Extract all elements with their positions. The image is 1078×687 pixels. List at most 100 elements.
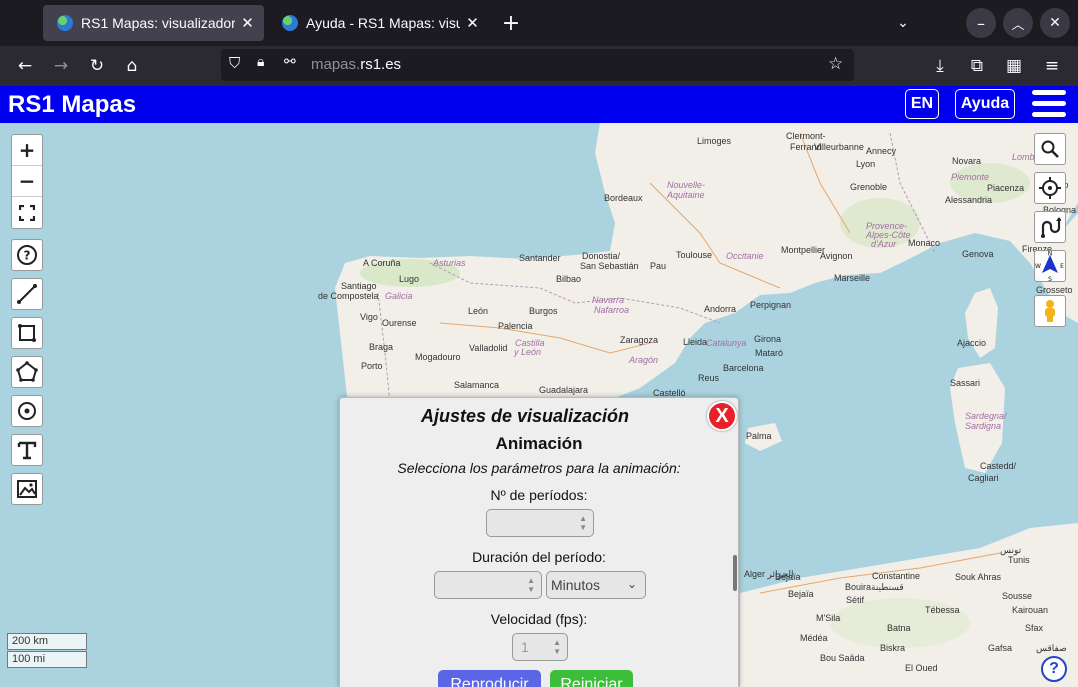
browser-tab-rs1-mapas[interactable]: RS1 Mapas: visualizador de ✕ (43, 5, 264, 41)
browser-tabstrip: RS1 Mapas: visualizador de ✕ Ayuda - RS1… (0, 0, 1078, 46)
place-label: y León (514, 347, 542, 357)
menu-icon[interactable]: ≡ (1038, 52, 1066, 80)
language-button[interactable]: EN (905, 89, 939, 119)
zoom-in-button[interactable]: + (12, 135, 42, 166)
animation-section-subtitle: Selecciona los parámetros para la animac… (397, 460, 681, 476)
place-label: Gafsa (988, 643, 1013, 653)
pegman-icon (1045, 300, 1055, 322)
place-label: Lyon (856, 159, 876, 169)
app-title[interactable]: RS1 Mapas (8, 91, 136, 119)
browser-navbar: ← → ↻ ⌂ ⛉ 🔒︎ ⚯ mapas.rs1.es ☆ ⤓ ⧉ ▦ ≡ (0, 46, 1078, 86)
lock-icon[interactable]: 🔒︎ (257, 54, 264, 70)
draw-line-button[interactable] (11, 278, 43, 310)
maximize-icon[interactable]: ︿ (1003, 8, 1033, 38)
add-text-button[interactable] (11, 434, 43, 466)
place-label: Montpellier (781, 245, 826, 255)
place-label: Castedd/ (980, 461, 1017, 471)
place-label: Avignon (820, 251, 853, 261)
qr-code-icon[interactable]: ▦ (1000, 52, 1028, 80)
place-label: Souk Ahras (955, 572, 1002, 582)
place-label: Batna (887, 623, 911, 633)
place-label: Galicia (385, 291, 413, 301)
dialog-scrollbar[interactable] (733, 555, 737, 591)
place-label: Alessandria (945, 195, 993, 205)
question-button[interactable]: ? (11, 239, 43, 271)
extensions-icon[interactable]: ⧉ (963, 52, 991, 80)
place-label: Bejaïa (788, 589, 814, 599)
compass-e: E (1060, 263, 1064, 270)
chevron-down-icon: ⌄ (626, 577, 637, 591)
place-label: Sardegna/ (965, 411, 1007, 421)
periods-input[interactable]: ▲ ▼ (486, 509, 594, 537)
compass-button[interactable]: N S W E (1034, 250, 1066, 282)
speed-value: 1 (521, 639, 529, 655)
place-label: Constantine (872, 571, 921, 581)
place-label: تونس (1000, 545, 1022, 555)
duration-unit-select[interactable]: Minutos ⌄ (546, 571, 646, 599)
place-label: Tunis (1008, 555, 1030, 565)
back-arrow-icon[interactable]: ← (11, 52, 39, 80)
scale-mi: 100 mi (7, 651, 87, 668)
place-label: Lugo (399, 274, 420, 284)
locate-button[interactable] (1034, 172, 1066, 204)
place-label: Sousse (1002, 591, 1033, 601)
place-label: El Oued (905, 663, 938, 673)
close-window-icon[interactable]: ✕ (1040, 8, 1070, 38)
place-label: Guadalajara (539, 385, 589, 395)
download-icon[interactable]: ⤓ (926, 52, 954, 80)
place-label: de Compostela (318, 291, 379, 301)
chevron-down-icon[interactable]: ⌄ (888, 8, 918, 38)
speed-input[interactable]: 1 ▲ ▼ (512, 633, 568, 661)
bookmark-star-icon[interactable]: ☆ (828, 54, 843, 74)
line-icon (17, 284, 37, 304)
place-label: M'Sila (816, 613, 841, 623)
url-bar[interactable]: ⛉ 🔒︎ ⚯ mapas.rs1.es ☆ (221, 49, 854, 81)
url-text[interactable]: mapas.rs1.es (311, 56, 401, 73)
zoom-out-button[interactable]: − (12, 166, 42, 197)
home-icon[interactable]: ⌂ (118, 52, 146, 80)
reset-button[interactable]: Reiniciar (550, 670, 633, 687)
place-label: Barcelona (723, 363, 764, 373)
place-label: Porto (361, 361, 383, 371)
place-label: Catalunya (706, 338, 747, 348)
street-view-button[interactable] (1034, 295, 1066, 327)
route-button[interactable] (1034, 211, 1066, 243)
place-label: Sassari (950, 378, 981, 388)
url-domain: rs1.es (360, 56, 402, 73)
add-image-button[interactable] (11, 473, 43, 505)
draw-circle-button[interactable] (11, 395, 43, 427)
draw-rectangle-button[interactable] (11, 317, 43, 349)
url-prefix: mapas. (311, 56, 361, 73)
app-header: RS1 Mapas EN Ayuda (0, 86, 1078, 123)
spinner-arrows-icon[interactable]: ▲ ▼ (579, 514, 587, 532)
dialog-close-button[interactable]: X (707, 401, 737, 431)
spinner-arrows-icon[interactable]: ▲ ▼ (527, 576, 535, 594)
reload-icon[interactable]: ↻ (83, 52, 111, 80)
fullscreen-button[interactable] (12, 197, 42, 228)
place-label: Aragón (629, 355, 659, 365)
place-label: Zaragoza (620, 335, 659, 345)
place-label: Grenoble (850, 182, 888, 192)
tab-title: RS1 Mapas: visualizador de (81, 15, 236, 31)
spinner-arrows-icon[interactable]: ▲ ▼ (553, 638, 561, 656)
new-tab-icon[interactable]: + (496, 8, 526, 38)
search-button[interactable] (1034, 133, 1066, 165)
draw-polygon-button[interactable] (11, 356, 43, 388)
minimize-icon[interactable]: – (966, 8, 996, 38)
shield-icon[interactable]: ⛉ (229, 54, 240, 72)
duration-input[interactable]: ▲ ▼ (434, 571, 542, 599)
hamburger-menu-icon[interactable] (1032, 90, 1066, 118)
browser-tab-ayuda[interactable]: Ayuda - RS1 Mapas: visualiz ✕ (268, 5, 489, 41)
play-button[interactable]: Reproducir (438, 670, 541, 687)
close-tab-icon[interactable]: ✕ (241, 14, 254, 32)
place-label: A Coruña (363, 258, 401, 268)
place-label: Lleida (683, 337, 708, 347)
permissions-icon[interactable]: ⚯ (284, 54, 296, 70)
floating-help-button[interactable]: ? (1041, 656, 1067, 682)
zoom-controls: + − (11, 134, 43, 229)
place-label: Monaco (908, 238, 941, 248)
place-label: Sardigna (965, 421, 1002, 431)
forward-arrow-icon[interactable]: → (47, 52, 75, 80)
close-tab-icon[interactable]: ✕ (466, 14, 479, 32)
help-button[interactable]: Ayuda (955, 89, 1015, 119)
